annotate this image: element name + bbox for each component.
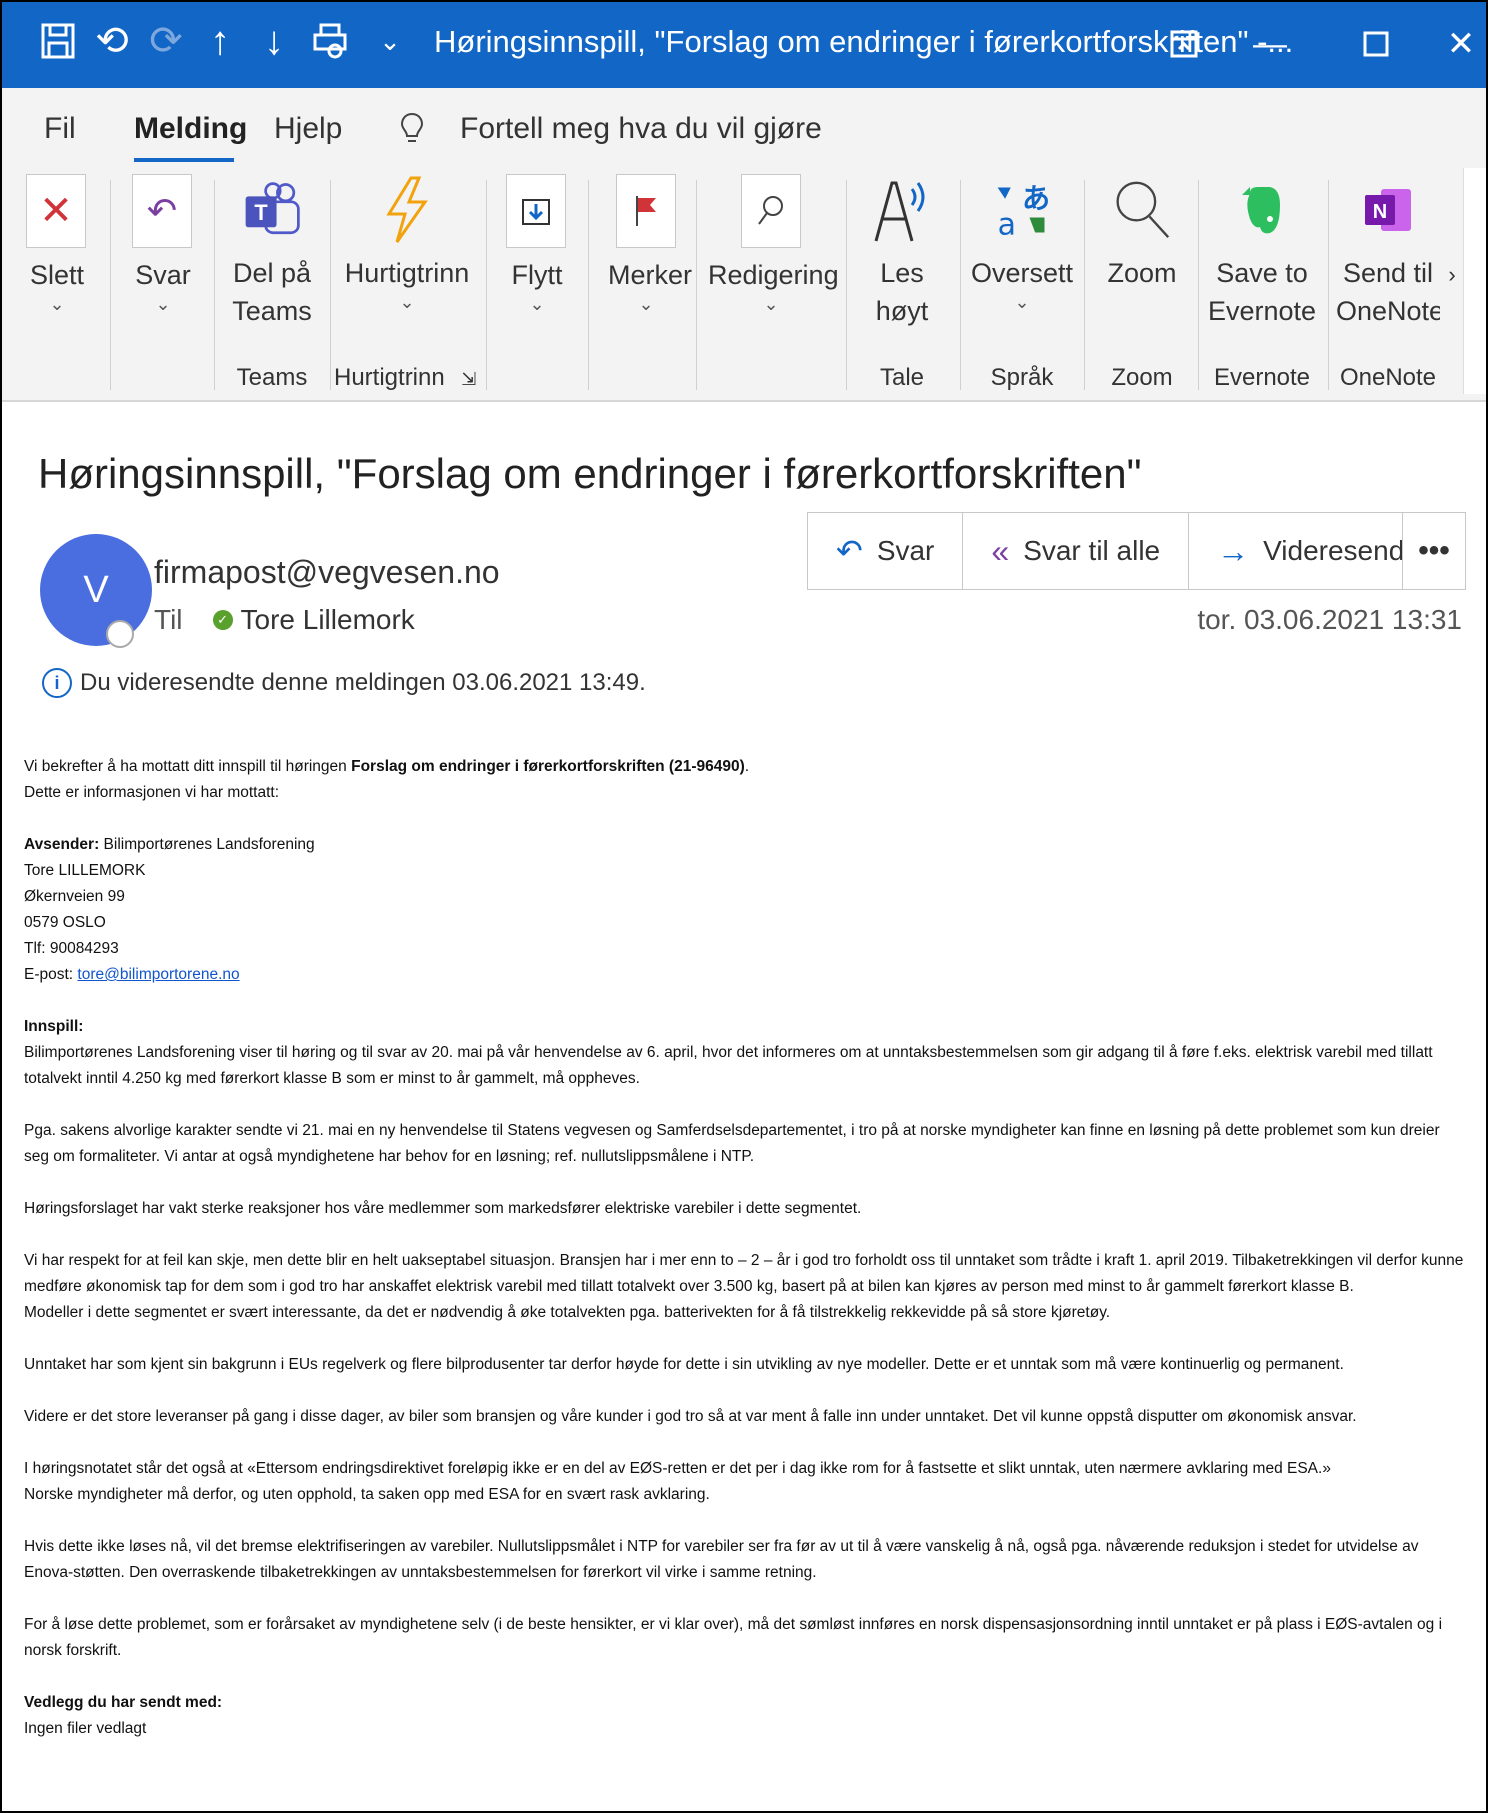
recipient-name[interactable]: Tore Lillemork: [241, 604, 415, 636]
more-actions-button[interactable]: •••: [1402, 512, 1466, 590]
onenote-icon: N: [1358, 174, 1418, 246]
sender-details: Avsender: Bilimportørenes Landsforening …: [24, 836, 315, 983]
editing-button[interactable]: Redigering ⌄: [708, 174, 839, 314]
svg-text:a: a: [998, 207, 1016, 242]
zoom-button[interactable]: Zoom: [1100, 174, 1184, 292]
evernote-icon: [1232, 174, 1292, 246]
input-paragraph-5: Unntaket har som kjent sin bakgrunn i EU…: [24, 1356, 1344, 1373]
chevron-down-icon: ⌄: [1014, 292, 1030, 312]
undo-icon[interactable]: ⟲: [90, 16, 134, 66]
menu-tabs: Fil Melding Hjelp Fortell meg hva du vil…: [2, 88, 1486, 162]
chevron-down-icon: ⌄: [638, 294, 654, 314]
sender-address[interactable]: firmapost@vegvesen.no: [154, 554, 500, 591]
print-icon[interactable]: [308, 16, 352, 66]
zoom-icon: [1112, 174, 1172, 246]
customize-icon[interactable]: ⌄: [368, 16, 412, 66]
minimize-icon[interactable]: —: [1240, 16, 1300, 72]
message-body: Vi bekrefter å ha mottatt ditt innspill …: [24, 754, 1464, 1768]
ribbon-scrollbar[interactable]: [1463, 168, 1486, 394]
up-icon[interactable]: ↑: [198, 16, 242, 66]
reply-all-button[interactable]: «Svar til alle: [963, 513, 1190, 589]
presence-indicator: [106, 620, 134, 648]
lightning-icon: [377, 174, 437, 246]
intro-paragraph: Vi bekrefter å ha mottatt ditt innspill …: [24, 758, 750, 801]
redo-icon: ⟳: [149, 19, 183, 63]
share-to-teams-button[interactable]: T Del på Teams: [230, 174, 314, 330]
tab-fil[interactable]: Fil: [44, 112, 76, 146]
forward-button[interactable]: → Videresend: [1189, 513, 1432, 589]
forwarded-notice: Du videresendte denne meldingen 03.06.20…: [80, 669, 646, 696]
quick-steps-button[interactable]: Hurtigtrinn ⌄: [342, 174, 472, 312]
title-bar: ⟲ ⟳ ↑ ↓ ⌄ Høringsinnspill, "Forslag om e…: [2, 2, 1486, 88]
group-label-onenote: OneNote: [1339, 364, 1437, 391]
chevron-down-icon: ⌄: [763, 294, 779, 314]
read-aloud-icon: [872, 174, 932, 246]
group-label-zoom: Zoom: [1111, 364, 1173, 391]
ribbon-display-icon[interactable]: [1154, 16, 1214, 72]
save-icon[interactable]: [36, 16, 80, 66]
group-label-speech: Tale: [879, 364, 925, 391]
tags-button[interactable]: Merker ⌄: [608, 174, 692, 314]
dialog-launcher-icon[interactable]: ⇲: [461, 369, 476, 389]
down-icon[interactable]: ↓: [252, 16, 296, 66]
teams-icon: T: [242, 174, 302, 246]
search-icon: [741, 174, 801, 248]
forward-icon: →: [1217, 532, 1250, 569]
translate-button[interactable]: あa Oversett ⌄: [970, 174, 1074, 312]
reply-button[interactable]: ↶ Svar: [808, 513, 964, 589]
translate-icon: あa: [992, 174, 1052, 246]
message-subject: Høringsinnspill, "Forslag om endringer i…: [38, 450, 1142, 497]
tab-hjelp[interactable]: Hjelp: [274, 112, 342, 146]
input-paragraph-1: Innspill: Bilimportørenes Landsforening …: [24, 1018, 1433, 1087]
attachments-section: Vedlegg du har sendt med: Ingen filer ve…: [24, 1694, 223, 1737]
tell-me-search[interactable]: Fortell meg hva du vil gjøre: [460, 112, 822, 146]
lightbulb-icon: [400, 112, 424, 154]
delete-icon: ✕: [26, 174, 86, 248]
svg-text:N: N: [1373, 201, 1387, 223]
info-icon: i: [42, 668, 72, 698]
svg-text:あ: あ: [1022, 182, 1050, 215]
flag-icon: [616, 174, 676, 248]
chevron-down-icon: ⌄: [155, 294, 171, 314]
message-actions: ↶ Svar «Svar til alle → Videresend: [807, 512, 1434, 590]
recipient-row: Til ✓ Tore Lillemork: [154, 604, 415, 636]
input-paragraph-9: For å løse dette problemet, som er forår…: [24, 1616, 1443, 1659]
read-aloud-button[interactable]: Les høyt: [860, 174, 944, 330]
reply-ribbon-button[interactable]: ↶ Svar ⌄: [132, 174, 194, 314]
presence-available-icon: ✓: [212, 610, 233, 630]
svg-text:T: T: [254, 200, 268, 225]
group-label-teams: Teams: [236, 364, 308, 391]
to-label: Til: [154, 604, 183, 635]
group-label-evernote: Evernote: [1213, 364, 1311, 391]
input-paragraph-7: I høringsnotatet står det også at «Etter…: [24, 1460, 1331, 1503]
message-date: tor. 03.06.2021 13:31: [1197, 604, 1462, 635]
input-paragraph-2: Pga. sakens alvorlige karakter sendte vi…: [24, 1122, 1440, 1165]
input-paragraph-6: Videre er det store leveranser på gang i…: [24, 1408, 1357, 1425]
tab-melding[interactable]: Melding: [134, 112, 247, 146]
group-label-quick-steps: Hurtigtrinn ⇲: [334, 364, 477, 391]
maximize-icon[interactable]: [1346, 16, 1406, 72]
move-button[interactable]: Flytt ⌄: [506, 174, 568, 314]
ribbon: ✕ Slett ⌄ ↶ Svar ⌄ T Del på Teams Teams H…: [2, 162, 1486, 402]
input-paragraph-3: Høringsforslaget har vakt sterke reaksjo…: [24, 1200, 862, 1217]
outlook-message-window: ⟲ ⟳ ↑ ↓ ⌄ Høringsinnspill, "Forslag om e…: [0, 0, 1488, 1813]
send-to-onenote-button[interactable]: N Send til OneNote: [1336, 174, 1440, 330]
chevron-down-icon: ⌄: [399, 292, 415, 312]
close-icon[interactable]: ✕: [1436, 16, 1486, 72]
chevron-down-icon: ⌄: [529, 294, 545, 314]
info-bar: i Du videresendte denne meldingen 03.06.…: [42, 668, 646, 698]
delete-button[interactable]: ✕ Slett ⌄: [26, 174, 88, 314]
ribbon-scroll-right-icon[interactable]: ›: [1442, 262, 1462, 288]
avatar[interactable]: V: [40, 534, 152, 646]
input-paragraph-8: Hvis dette ikke løses nå, vil det bremse…: [24, 1538, 1419, 1581]
reply-icon: ↶: [132, 174, 192, 248]
group-label-language: Språk: [990, 364, 1054, 391]
move-folder-icon: [506, 174, 566, 248]
reply-icon: ↶: [836, 533, 863, 569]
email-link[interactable]: tore@bilimportorene.no: [77, 966, 239, 983]
chevron-down-icon: ⌄: [49, 294, 65, 314]
input-paragraph-4: Vi har respekt for at feil kan skje, men…: [24, 1252, 1464, 1321]
reply-all-icon: «: [991, 532, 1010, 569]
save-to-evernote-button[interactable]: Save to Evernote: [1206, 174, 1318, 330]
